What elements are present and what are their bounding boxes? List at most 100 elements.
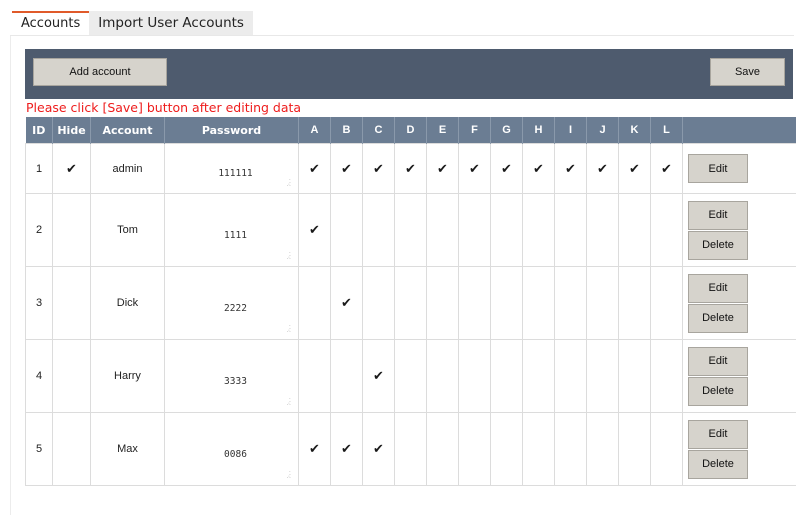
permission-cell-l[interactable]	[650, 266, 683, 340]
permission-cell-j[interactable]	[586, 193, 619, 267]
permission-cell-k[interactable]: ✔	[618, 143, 651, 194]
permission-cell-a[interactable]: ✔	[298, 412, 331, 486]
permission-cell-e[interactable]: ✔	[426, 143, 459, 194]
delete-button[interactable]: Delete	[688, 376, 748, 406]
permission-cell-c[interactable]	[362, 193, 395, 267]
permission-cell-b[interactable]: ✔	[330, 266, 363, 340]
permission-cell-a[interactable]	[298, 266, 331, 340]
hide-cell[interactable]	[52, 266, 91, 340]
edit-button[interactable]: Edit	[688, 273, 748, 303]
hide-cell[interactable]: ✔	[52, 143, 91, 194]
account-name: Dick	[90, 266, 165, 340]
resize-grip-icon[interactable]: . .·:	[287, 175, 291, 188]
password-value[interactable]: 3333	[173, 376, 298, 387]
permission-cell-j[interactable]	[586, 266, 619, 340]
permission-cell-f[interactable]	[458, 193, 491, 267]
permission-cell-b[interactable]	[330, 193, 363, 267]
permission-cell-e[interactable]	[426, 412, 459, 486]
permission-cell-k[interactable]	[618, 339, 651, 413]
permission-cell-i[interactable]	[554, 339, 587, 413]
check-icon: ✔	[469, 160, 480, 176]
permission-cell-l[interactable]	[650, 193, 683, 267]
permission-cell-c[interactable]	[362, 266, 395, 340]
permission-cell-h[interactable]	[522, 266, 555, 340]
permission-cell-d[interactable]	[394, 339, 427, 413]
resize-grip-icon[interactable]: . .·:	[287, 394, 291, 407]
permission-cell-c[interactable]: ✔	[362, 143, 395, 194]
permission-cell-b[interactable]	[330, 339, 363, 413]
permission-cell-e[interactable]	[426, 339, 459, 413]
permission-cell-f[interactable]	[458, 266, 491, 340]
permission-cell-h[interactable]	[522, 339, 555, 413]
permission-cell-i[interactable]	[554, 412, 587, 486]
permission-cell-b[interactable]: ✔	[330, 143, 363, 194]
permission-cell-g[interactable]	[490, 266, 523, 340]
permission-cell-a[interactable]: ✔	[298, 143, 331, 194]
permission-cell-f[interactable]	[458, 339, 491, 413]
delete-button[interactable]: Delete	[688, 449, 748, 479]
permission-cell-l[interactable]	[650, 412, 683, 486]
permission-cell-g[interactable]	[490, 412, 523, 486]
resize-grip-icon[interactable]: . .·:	[287, 321, 291, 334]
permission-cell-h[interactable]	[522, 412, 555, 486]
resize-grip-icon[interactable]: . .·:	[287, 248, 291, 261]
column-header-g: G	[490, 117, 523, 144]
permission-cell-j[interactable]	[586, 412, 619, 486]
edit-button[interactable]: Edit	[688, 419, 748, 449]
edit-button[interactable]: Edit	[688, 346, 748, 376]
permission-cell-h[interactable]	[522, 193, 555, 267]
permission-cell-h[interactable]: ✔	[522, 143, 555, 194]
delete-button[interactable]: Delete	[688, 303, 748, 333]
permission-cell-d[interactable]: ✔	[394, 143, 427, 194]
permission-cell-g[interactable]	[490, 339, 523, 413]
hide-cell[interactable]	[52, 412, 91, 486]
permission-cell-g[interactable]	[490, 193, 523, 267]
permission-cell-c[interactable]: ✔	[362, 339, 395, 413]
permission-cell-c[interactable]: ✔	[362, 412, 395, 486]
column-header-d: D	[394, 117, 427, 144]
delete-button[interactable]: Delete	[688, 230, 748, 260]
add-account-button[interactable]: Add account	[33, 58, 167, 86]
permission-cell-a[interactable]: ✔	[298, 193, 331, 267]
hide-cell[interactable]	[52, 193, 91, 267]
permission-cell-a[interactable]	[298, 339, 331, 413]
permission-cell-j[interactable]: ✔	[586, 143, 619, 194]
password-field[interactable]: 2222 . .·:	[164, 266, 299, 340]
permission-cell-i[interactable]	[554, 266, 587, 340]
permission-cell-l[interactable]: ✔	[650, 143, 683, 194]
permission-cell-l[interactable]	[650, 339, 683, 413]
permission-cell-e[interactable]	[426, 266, 459, 340]
tab-accounts[interactable]: Accounts	[12, 11, 90, 35]
permission-cell-f[interactable]	[458, 412, 491, 486]
permission-cell-d[interactable]	[394, 412, 427, 486]
edit-button[interactable]: Edit	[688, 200, 748, 230]
password-value[interactable]: 0086	[173, 449, 298, 460]
save-button[interactable]: Save	[710, 58, 785, 86]
password-value[interactable]: 111111	[173, 168, 298, 179]
permission-cell-b[interactable]: ✔	[330, 412, 363, 486]
permission-cell-k[interactable]	[618, 266, 651, 340]
permission-cell-k[interactable]	[618, 412, 651, 486]
permission-cell-i[interactable]: ✔	[554, 143, 587, 194]
permission-cell-i[interactable]	[554, 193, 587, 267]
row-id: 5	[25, 412, 53, 486]
password-field[interactable]: 3333 . .·:	[164, 339, 299, 413]
tab-import-user-accounts[interactable]: Import User Accounts	[89, 11, 253, 35]
permission-cell-j[interactable]	[586, 339, 619, 413]
permission-cell-g[interactable]: ✔	[490, 143, 523, 194]
password-value[interactable]: 1111	[173, 230, 298, 241]
password-field[interactable]: 111111 . .·:	[164, 143, 299, 194]
password-field[interactable]: 0086 . .·:	[164, 412, 299, 486]
column-header-f: F	[458, 117, 491, 144]
password-field[interactable]: 1111 . .·:	[164, 193, 299, 267]
hide-cell[interactable]	[52, 339, 91, 413]
edit-button[interactable]: Edit	[688, 154, 748, 183]
permission-cell-d[interactable]	[394, 266, 427, 340]
permission-cell-f[interactable]: ✔	[458, 143, 491, 194]
column-header-account: Account	[90, 117, 165, 144]
permission-cell-d[interactable]	[394, 193, 427, 267]
resize-grip-icon[interactable]: . .·:	[287, 467, 291, 480]
password-value[interactable]: 2222	[173, 303, 298, 314]
permission-cell-k[interactable]	[618, 193, 651, 267]
permission-cell-e[interactable]	[426, 193, 459, 267]
